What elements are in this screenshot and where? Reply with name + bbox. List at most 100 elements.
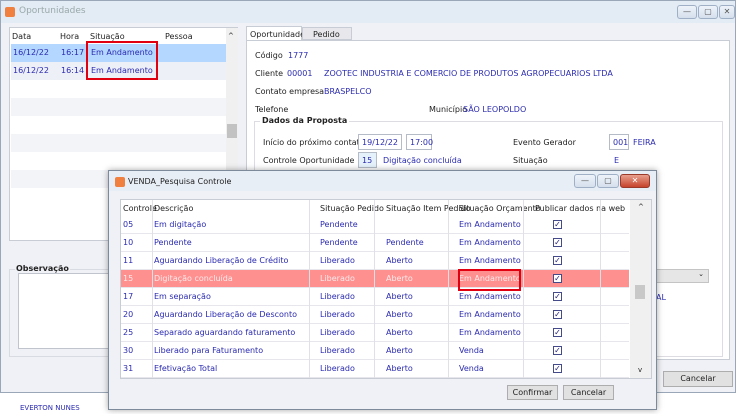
cell-controle: 20 [123,310,134,319]
telefone-label: Telefone [255,105,289,114]
inicio-hora-input[interactable]: 17:00 [406,134,433,150]
publicar-checkbox[interactable]: ✓ [553,310,562,319]
confirmar-button[interactable]: Confirmar [507,385,558,400]
cliente-label: Cliente [255,69,284,78]
group-title: Dados da Proposta [260,116,350,125]
tab-pedido[interactable]: Pedido [302,27,352,40]
cell-sit-pedido: Liberado [320,328,355,337]
tab-oportunidade[interactable]: Oportunidade [246,26,305,41]
publicar-checkbox[interactable]: ✓ [553,256,562,265]
cell-descricao: Efetivação Total [154,364,218,373]
publicar-checkbox[interactable]: ✓ [553,364,562,373]
col-header-publicar[interactable]: Publicar dados na web [535,204,625,213]
publicar-checkbox[interactable]: ✓ [553,292,562,301]
controle-grid[interactable]: Controle Descrição Situação Pedido Situa… [120,199,652,379]
app-icon [5,7,15,17]
cell-sit-orc: Em Andamento [459,310,521,319]
cliente-nome: ZOOTEC INDUSTRIA E COMERCIO DE PRODUTOS … [324,69,613,78]
cell-descricao: Aguardando Liberação de Desconto [154,310,298,319]
cell-sit-item: Aberto [386,274,413,283]
minimize-button[interactable]: — [677,5,697,19]
col-header-hora[interactable]: Hora [60,32,79,41]
codigo-value: 1777 [288,51,309,60]
table-row[interactable]: 31 Efetivação Total Liberado Aberto Venda ✓ [121,360,629,378]
cell-controle: 17 [123,292,134,301]
maximize-button[interactable]: ▢ [698,5,718,19]
codigo-label: Código [255,51,283,60]
controle-input[interactable]: 15 [358,152,377,168]
cell-sit-orc: Em Andamento [459,238,521,247]
table-row[interactable]: 30 Liberado para Faturamento Liberado Abert… [121,342,629,360]
publicar-checkbox[interactable]: ✓ [553,346,562,355]
cell-sit-item: Pendente [386,238,424,247]
scroll-up-icon[interactable]: ^ [228,32,234,40]
municipio-label: Município [429,105,468,114]
pesquisa-controle-dialog: VENDA_Pesquisa Controle — ▢ ✕ Controle D… [108,170,657,410]
scroll-up-icon[interactable]: ^ [638,203,644,211]
row-data: 16/12/22 [13,66,49,75]
col-header-situacao-orcamento[interactable]: Situação Orçamento [459,204,541,213]
col-header-data[interactable]: Data [12,32,31,41]
cell-sit-orc: Em Andamento [459,292,521,301]
publicar-checkbox[interactable]: ✓ [553,274,562,283]
cell-descricao: Separado aguardando faturamento [154,328,296,337]
col-header-pessoa[interactable]: Pessoa [165,32,193,41]
scroll-thumb[interactable] [635,285,645,299]
table-row[interactable]: 15 Digitação concluída Liberado Aberto Em An… [121,270,629,288]
table-row[interactable]: 25 Separado aguardando faturamento Liberad… [121,324,629,342]
table-row[interactable]: 17 Em separação Liberado Aberto Em Andamento… [121,288,629,306]
controle-desc: Digitação concluída [383,156,462,165]
dialog-cancelar-button[interactable]: Cancelar [563,385,614,400]
cell-descricao: Em digitação [154,220,207,229]
cell-sit-pedido: Liberado [320,274,355,283]
cell-descricao: Digitação concluída [154,274,233,283]
table-row[interactable]: 05 Em digitação Pendente Em Andamento ✓ [121,216,629,234]
publicar-checkbox[interactable]: ✓ [553,238,562,247]
dialog-close-button[interactable]: ✕ [620,174,650,188]
col-header-situacao[interactable]: Situação [90,32,125,41]
dialog-maximize-button[interactable]: ▢ [597,174,619,188]
publicar-checkbox[interactable]: ✓ [553,220,562,229]
cell-sit-orc: Em Andamento [459,328,521,337]
highlight-box [86,41,158,80]
contato-label: Contato empresa [255,87,325,96]
table-row[interactable]: 11 Aguardando Liberação de Crédito Liberad… [121,252,629,270]
cell-controle: 25 [123,328,134,337]
inicio-data-input[interactable]: 19/12/22 [358,134,402,150]
controle-label: Controle Oportunidade [263,156,355,165]
situacao-label: Situação [513,156,548,165]
cell-sit-pedido: Pendente [320,238,358,247]
row-data: 16/12/22 [13,48,49,57]
cell-sit-item: Aberto [386,364,413,373]
row-hora: 16:17 [61,48,85,57]
close-button[interactable]: ✕ [719,5,735,19]
cell-controle: 05 [123,220,134,229]
main-title-bar: Oportunidades — ▢ ✕ [1,1,735,23]
contato-value: BRASPELCO [324,87,372,96]
cell-sit-pedido: Liberado [320,256,355,265]
dialog-app-icon [115,177,125,187]
combo-chevron-down-icon[interactable]: ⌄ [655,269,709,283]
cell-sit-orc: Venda [459,364,484,373]
cell-descricao: Em separação [154,292,211,301]
publicar-checkbox[interactable]: ✓ [553,328,562,337]
inicio-label: Início do próximo contato [263,138,365,147]
highlight-box [458,269,521,291]
cell-sit-item: Aberto [386,346,413,355]
cell-sit-item: Aberto [386,328,413,337]
observacao-textarea[interactable] [18,273,113,349]
scroll-thumb[interactable] [227,124,237,138]
table-row[interactable]: 10 Pendente Pendente Pendente Em Andamento ✓ [121,234,629,252]
col-header-situacao-item[interactable]: Situação Item Pedido [386,204,471,213]
partial-text: AL [656,293,666,302]
col-header-descricao[interactable]: Descrição [154,204,193,213]
dialog-minimize-button[interactable]: — [574,174,596,188]
cell-controle: 11 [123,256,134,265]
evento-label: Evento Gerador [513,138,576,147]
cell-descricao: Pendente [154,238,192,247]
scroll-down-icon[interactable]: v [638,366,642,374]
table-row[interactable]: 20 Aguardando Liberação de Desconto Libera… [121,306,629,324]
main-cancel-button[interactable]: Cancelar [663,371,733,387]
grid-scrollbar[interactable]: ^ v [630,200,651,378]
evento-codigo-input[interactable]: 001 [609,134,629,150]
